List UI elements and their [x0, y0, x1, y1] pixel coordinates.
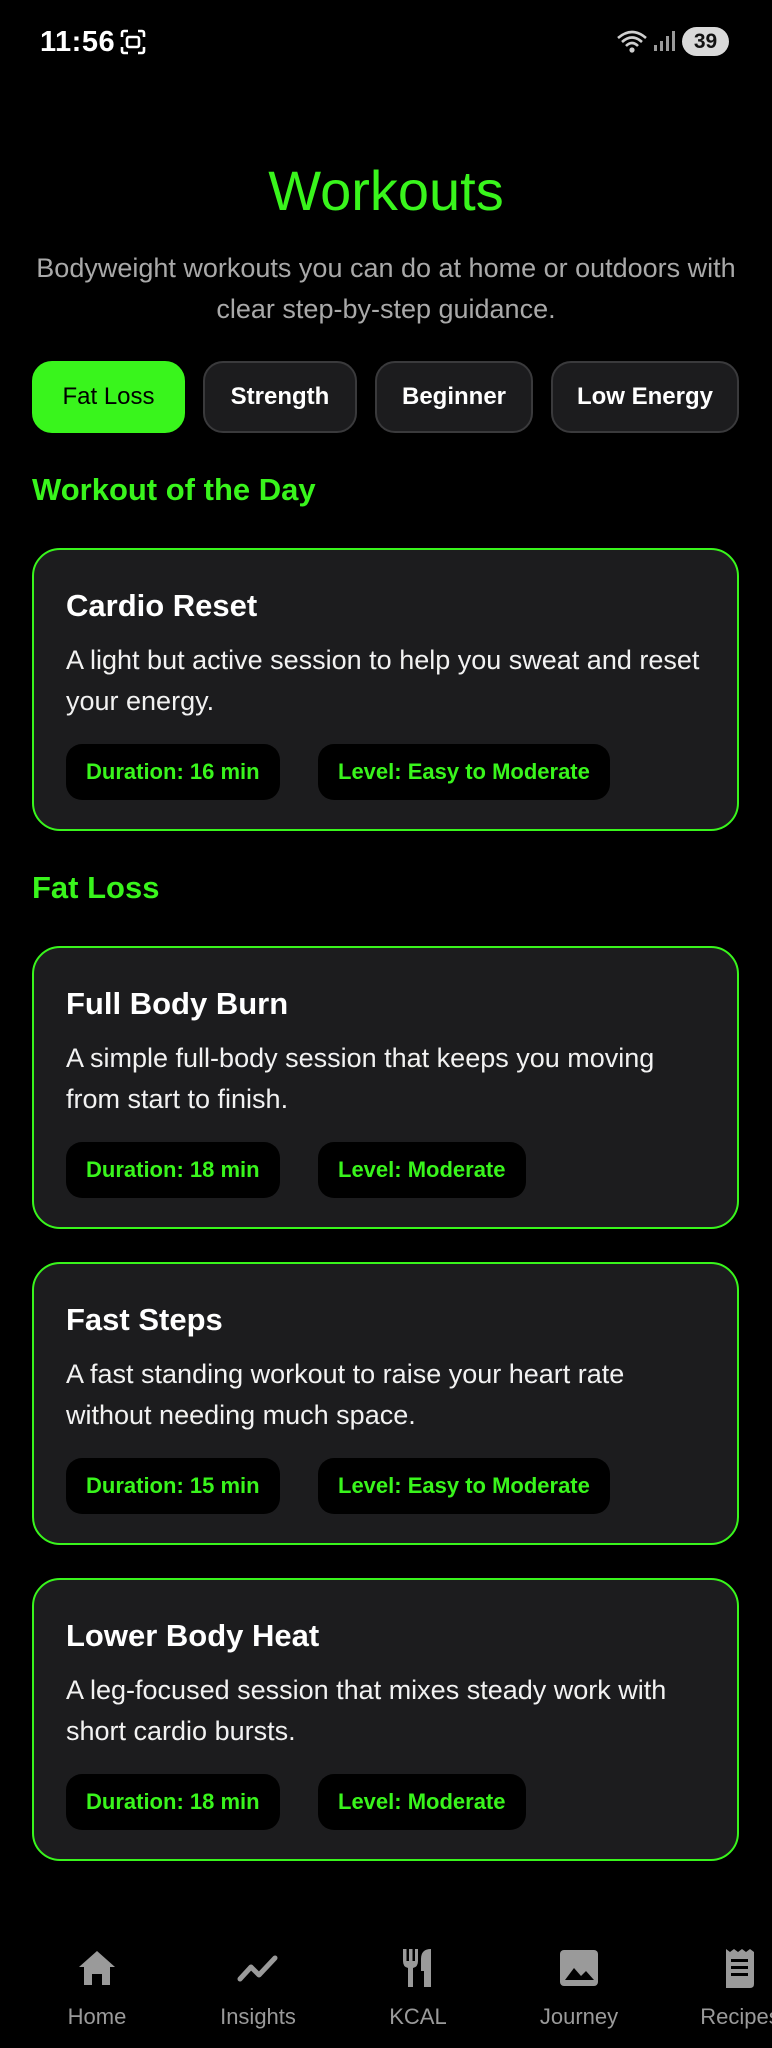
page-subtitle: Bodyweight workouts you can do at home o… — [36, 253, 736, 324]
status-time: 11:56 — [40, 26, 116, 58]
duration-badge: Duration: 16 min — [66, 744, 280, 800]
workout-title: Full Body Burn — [66, 986, 289, 1021]
nav-label: KCAL — [389, 2004, 447, 2029]
workout-card[interactable]: Lower Body Heat A leg-focused session th… — [32, 1578, 739, 1861]
image-icon — [560, 1950, 598, 1986]
workout-description: A simple full-body session that keeps yo… — [66, 1043, 655, 1114]
workout-description: A leg-focused session that mixes steady … — [66, 1675, 667, 1746]
trend-icon — [237, 1955, 278, 1982]
page-title: Workouts — [268, 159, 504, 222]
level-badge: Level: Easy to Moderate — [318, 1458, 610, 1514]
screenshot-icon — [120, 29, 146, 55]
nav-label: Insights — [220, 2004, 296, 2029]
nav-item-recipes[interactable]: Recipes — [670, 1946, 772, 2030]
workout-card[interactable]: Full Body Burn A simple full-body sessio… — [32, 946, 739, 1229]
filter-chip-fat-loss[interactable]: Fat Loss — [32, 361, 185, 433]
level-badge: Level: Moderate — [318, 1774, 526, 1830]
workouts-screen: 11:56 39 Workouts Bodyweight workouts yo… — [0, 0, 772, 2048]
duration-badge: Duration: 18 min — [66, 1142, 280, 1198]
section-title-workout-of-the-day: Workout of the Day — [32, 472, 316, 507]
workout-description: A light but active session to help you s… — [66, 645, 700, 716]
duration-badge: Duration: 15 min — [66, 1458, 280, 1514]
receipt-icon — [726, 1949, 754, 1988]
fork-knife-icon — [403, 1949, 431, 1987]
workout-description: A fast standing workout to raise your he… — [66, 1359, 625, 1430]
nav-label: Home — [67, 2004, 127, 2029]
workout-card[interactable]: Cardio Reset A light but active session … — [32, 548, 739, 831]
filter-chip-strength[interactable]: Strength — [203, 361, 357, 433]
workout-title: Lower Body Heat — [66, 1618, 320, 1653]
level-badge: Level: Easy to Moderate — [318, 744, 610, 800]
filter-chip-beginner[interactable]: Beginner — [375, 361, 533, 433]
workout-card[interactable]: Fast Steps A fast standing workout to ra… — [32, 1262, 739, 1545]
nav-label: Recipes — [700, 2004, 772, 2029]
filter-chip-low-energy[interactable]: Low Energy — [551, 361, 739, 433]
bottom-navigation: Home Insights KCAL Journey Recipes — [0, 1918, 772, 2048]
nav-item-journey[interactable]: Journey — [509, 1946, 649, 2030]
nav-label: Journey — [539, 2004, 619, 2029]
battery-indicator: 39 — [682, 27, 729, 56]
workout-title: Cardio Reset — [66, 588, 258, 623]
signal-icon — [654, 31, 675, 51]
level-badge: Level: Moderate — [318, 1142, 526, 1198]
nav-item-insights[interactable]: Insights — [188, 1946, 328, 2030]
workout-title: Fast Steps — [66, 1302, 223, 1337]
wifi-icon — [617, 30, 647, 53]
section-title-fat-loss: Fat Loss — [32, 870, 160, 905]
home-icon — [79, 1951, 115, 1985]
nav-item-kcal[interactable]: KCAL — [348, 1946, 488, 2030]
nav-item-home[interactable]: Home — [27, 1946, 167, 2030]
duration-badge: Duration: 18 min — [66, 1774, 280, 1830]
status-bar: 11:56 39 — [0, 0, 772, 84]
